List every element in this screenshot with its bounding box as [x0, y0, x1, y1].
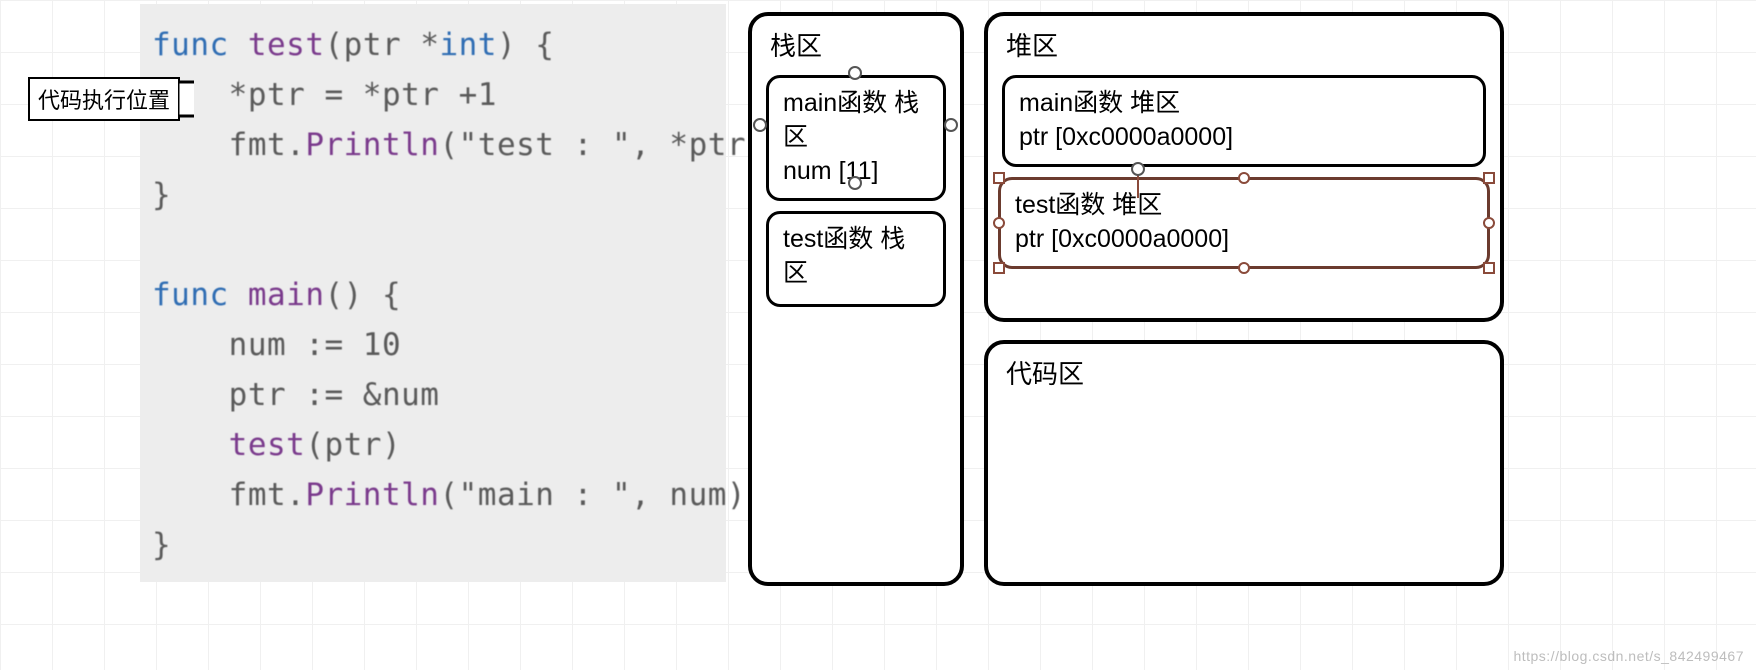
- selection-handle[interactable]: [1483, 172, 1495, 184]
- selection-handle[interactable]: [1238, 262, 1250, 274]
- heap-test-line2: ptr [0xc0000a0000]: [1015, 222, 1473, 256]
- code-area-title: 代码区: [988, 344, 1500, 395]
- stack-main-line1: main函数 栈区: [783, 86, 929, 154]
- code-panel: func test(ptr *int) { *ptr = *ptr +1 fmt…: [140, 4, 726, 582]
- connector-node: [848, 176, 862, 190]
- heap-main-box: main函数 堆区 ptr [0xc0000a0000]: [1002, 75, 1486, 167]
- connector-node: [848, 66, 862, 80]
- selection-handle[interactable]: [1483, 262, 1495, 274]
- arrow-right-icon: [178, 74, 194, 124]
- source-code: func test(ptr *int) { *ptr = *ptr +1 fmt…: [140, 4, 726, 570]
- heap-test-line1: test函数 堆区: [1015, 188, 1473, 222]
- connector-node: [753, 118, 767, 132]
- selection-handle[interactable]: [1238, 172, 1250, 184]
- execution-pointer: 代码执行位置: [28, 74, 194, 124]
- execution-pointer-label: 代码执行位置: [28, 77, 180, 121]
- heap-main-line1: main函数 堆区: [1019, 86, 1469, 120]
- heap-title: 堆区: [988, 16, 1500, 67]
- stack-area: 栈区 main函数 栈区 num [11] test函数 栈区: [748, 12, 964, 586]
- heap-test-box[interactable]: test函数 堆区 ptr [0xc0000a0000]: [998, 177, 1490, 269]
- selection-handle[interactable]: [993, 217, 1005, 229]
- selection-handle[interactable]: [1483, 217, 1495, 229]
- selection-handle[interactable]: [993, 172, 1005, 184]
- heap-area: 堆区 main函数 堆区 ptr [0xc0000a0000] test函数 堆…: [984, 12, 1504, 322]
- selection-handle[interactable]: [993, 262, 1005, 274]
- stack-test-box: test函数 栈区: [766, 211, 946, 307]
- stack-title: 栈区: [752, 16, 960, 67]
- heap-main-line2: ptr [0xc0000a0000]: [1019, 120, 1469, 154]
- connector-node: [944, 118, 958, 132]
- connector-node: [1131, 162, 1145, 176]
- stack-test-line1: test函数 栈区: [783, 222, 929, 290]
- code-area-box: 代码区: [984, 340, 1504, 586]
- watermark: https://blog.csdn.net/s_842499467: [1513, 648, 1744, 664]
